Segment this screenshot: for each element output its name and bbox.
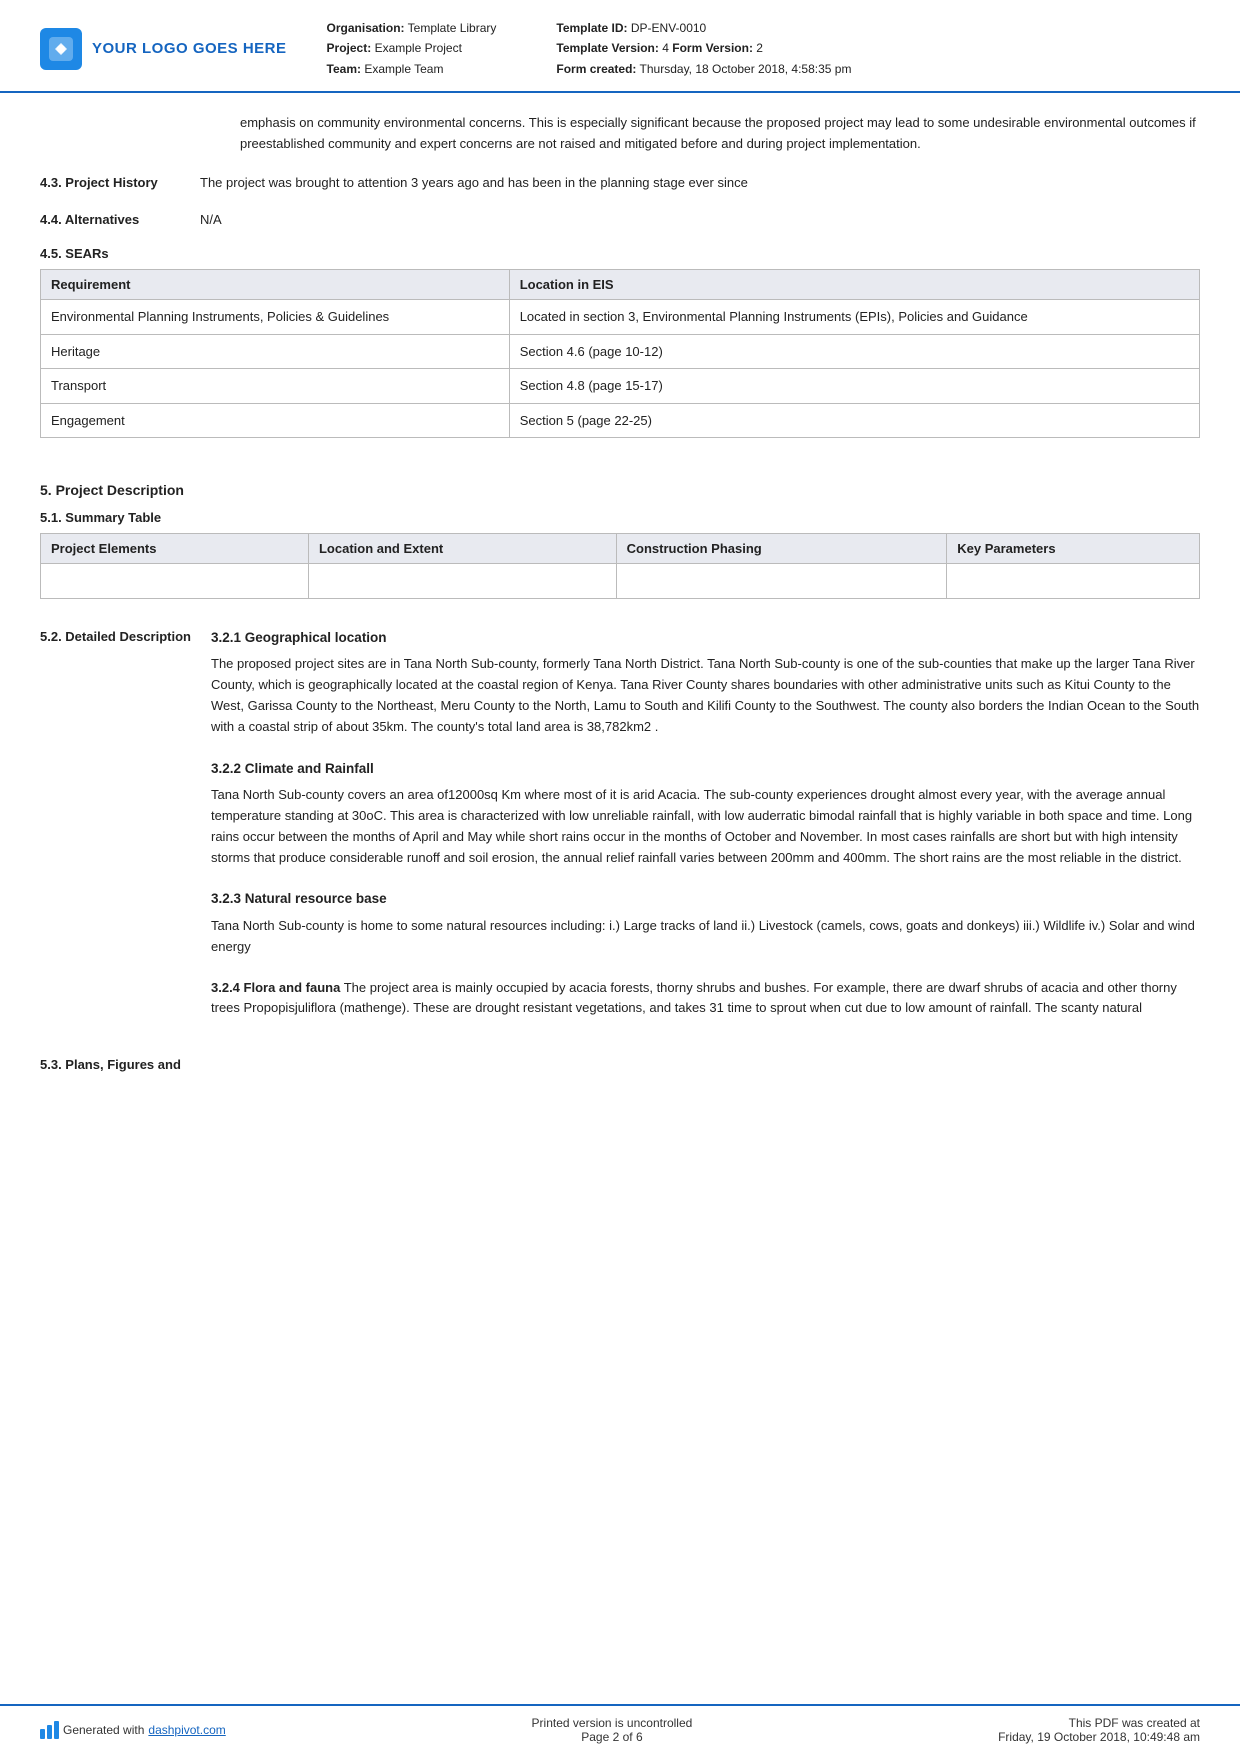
sears-col1-header: Requirement: [41, 270, 510, 300]
logo-icon: [40, 28, 82, 70]
pdf-date: Friday, 19 October 2018, 10:49:48 am: [998, 1730, 1200, 1744]
section-5-3: 5.3. Plans, Figures and: [40, 1055, 1200, 1072]
sears-location: Section 4.6 (page 10-12): [509, 334, 1199, 369]
sub-heading-3-2-2: 3.2.2 Climate and Rainfall: [211, 758, 1200, 780]
dashpivot-link[interactable]: dashpivot.com: [148, 1723, 225, 1737]
section-5-label: 5. Project Description: [40, 482, 1200, 498]
section-5-1-label: 5.1. Summary Table: [40, 510, 1200, 525]
generated-with-text: Generated with: [63, 1723, 144, 1737]
footer-logo: Generated with dashpivot.com: [40, 1721, 226, 1739]
sears-location: Located in section 3, Environmental Plan…: [509, 300, 1199, 335]
header-meta: Organisation: Template Library Project: …: [287, 18, 1200, 79]
sears-table: Requirement Location in EIS Environmenta…: [40, 269, 1200, 438]
sears-table-container: Requirement Location in EIS Environmenta…: [40, 269, 1200, 452]
subsection-3-2-1: 3.2.1 Geographical location The proposed…: [211, 627, 1200, 738]
main-content: emphasis on community environmental conc…: [0, 93, 1240, 1704]
sub-heading-3-2-4: 3.2.4 Flora and fauna: [211, 980, 340, 995]
template-id-label: Template ID:: [556, 21, 627, 35]
intro-text: emphasis on community environmental conc…: [240, 113, 1200, 155]
sub-text-3-2-1: The proposed project sites are in Tana N…: [211, 654, 1200, 737]
sears-requirement: Engagement: [41, 403, 510, 438]
sears-location: Section 5 (page 22-25): [509, 403, 1199, 438]
sears-requirement: Transport: [41, 369, 510, 404]
form-version-value: 2: [756, 41, 763, 55]
section-5-2-label: 5.2. Detailed Description: [40, 627, 211, 1039]
sears-location: Section 4.8 (page 15-17): [509, 369, 1199, 404]
table-row: HeritageSection 4.6 (page 10-12): [41, 334, 1200, 369]
table-row: EngagementSection 5 (page 22-25): [41, 403, 1200, 438]
section-4-5: 4.5. SEARs Requirement Location in EIS E…: [40, 246, 1200, 466]
header-meta-right: Template ID: DP-ENV-0010 Template Versio…: [556, 18, 851, 79]
team-value: Example Team: [364, 62, 443, 76]
dashpivot-logo-icon: [40, 1721, 59, 1739]
template-version-label: Template Version:: [556, 41, 658, 55]
sears-requirement: Heritage: [41, 334, 510, 369]
logo-box: YOUR LOGO GOES HERE: [40, 28, 287, 70]
bar-3: [54, 1721, 59, 1739]
section-5-2-content: 3.2.1 Geographical location The proposed…: [211, 627, 1200, 1039]
section-5-3-content: [201, 1055, 1200, 1072]
uncontrolled-text: Printed version is uncontrolled: [532, 1716, 693, 1730]
section-4-3: 4.3. Project History The project was bro…: [40, 173, 1200, 194]
sub-text-3-2-2: Tana North Sub-county covers an area of1…: [211, 785, 1200, 868]
sub-text-3-2-4: 3.2.4 Flora and fauna The project area i…: [211, 978, 1200, 1020]
project-label: Project:: [327, 41, 372, 55]
summary-row1-col2: [308, 564, 616, 599]
sub-heading-3-2-3: 3.2.3 Natural resource base: [211, 888, 1200, 910]
footer-right: This PDF was created at Friday, 19 Octob…: [998, 1716, 1200, 1744]
section-4-3-content: The project was brought to attention 3 y…: [200, 173, 1200, 194]
page-info: Page 2 of 6: [581, 1730, 642, 1744]
sub-text-3-2-4-body: The project area is mainly occupied by a…: [211, 980, 1177, 1016]
subsection-3-2-4: 3.2.4 Flora and fauna The project area i…: [211, 978, 1200, 1020]
logo-text: YOUR LOGO GOES HERE: [92, 40, 287, 57]
form-created-value: Thursday, 18 October 2018, 4:58:35 pm: [640, 62, 852, 76]
template-id-value: DP-ENV-0010: [631, 21, 706, 35]
footer-left: Generated with dashpivot.com: [40, 1721, 226, 1739]
section-4-4-label: 4.4. Alternatives: [40, 210, 200, 231]
summary-table: Project Elements Location and Extent Con…: [40, 533, 1200, 599]
sub-text-3-2-3: Tana North Sub-county is home to some na…: [211, 916, 1200, 958]
bar-1: [40, 1729, 45, 1739]
summary-row1-col3: [616, 564, 947, 599]
pdf-created-text: This PDF was created at: [1069, 1716, 1200, 1730]
summary-row1-col4: [947, 564, 1200, 599]
section-4-3-label: 4.3. Project History: [40, 173, 200, 194]
form-version-label: Form Version:: [672, 41, 753, 55]
org-value: Template Library: [408, 21, 497, 35]
sub-heading-3-2-1: 3.2.1 Geographical location: [211, 627, 1200, 649]
summary-col3: Construction Phasing: [616, 534, 947, 564]
header: YOUR LOGO GOES HERE Organisation: Templa…: [0, 0, 1240, 93]
bar-2: [47, 1725, 52, 1739]
header-meta-left: Organisation: Template Library Project: …: [327, 18, 497, 79]
section-4-4-content: N/A: [200, 210, 1200, 231]
table-row: TransportSection 4.8 (page 15-17): [41, 369, 1200, 404]
section-5-2: 5.2. Detailed Description 3.2.1 Geograph…: [40, 627, 1200, 1039]
page: YOUR LOGO GOES HERE Organisation: Templa…: [0, 0, 1240, 1754]
section-4-5-label: 4.5. SEARs: [40, 246, 1200, 261]
form-created-label: Form created:: [556, 62, 636, 76]
template-version-value: 4: [662, 41, 669, 55]
subsection-3-2-2: 3.2.2 Climate and Rainfall Tana North Su…: [211, 758, 1200, 869]
section-5-heading: 5. Project Description: [40, 482, 1200, 502]
subsection-3-2-3: 3.2.3 Natural resource base Tana North S…: [211, 888, 1200, 957]
summary-col4: Key Parameters: [947, 534, 1200, 564]
sears-requirement: Environmental Planning Instruments, Poli…: [41, 300, 510, 335]
section-5-1: 5.1. Summary Table Project Elements Loca…: [40, 510, 1200, 613]
footer-center: Printed version is uncontrolled Page 2 o…: [532, 1716, 693, 1744]
section-4-4: 4.4. Alternatives N/A: [40, 210, 1200, 231]
footer: Generated with dashpivot.com Printed ver…: [0, 1704, 1240, 1754]
project-value: Example Project: [375, 41, 462, 55]
team-label: Team:: [327, 62, 361, 76]
section-5-3-label: 5.3. Plans, Figures and: [40, 1055, 201, 1072]
table-row: Environmental Planning Instruments, Poli…: [41, 300, 1200, 335]
summary-row1-col1: [41, 564, 309, 599]
org-label: Organisation:: [327, 21, 405, 35]
summary-col1: Project Elements: [41, 534, 309, 564]
summary-col2: Location and Extent: [308, 534, 616, 564]
sears-col2-header: Location in EIS: [509, 270, 1199, 300]
